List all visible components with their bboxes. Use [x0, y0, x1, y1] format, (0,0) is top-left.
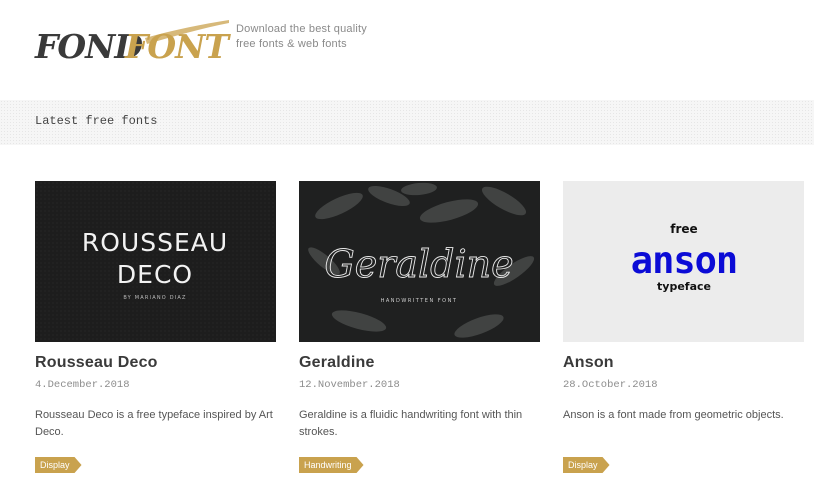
font-date: 12.November.2018 — [299, 379, 400, 391]
font-preview-image[interactable]: ROUSSEAU DECO BY MARIANO DIAZ — [35, 181, 276, 342]
preview-byline: BY MARIANO DIAZ — [123, 295, 186, 301]
preview-subtitle: HANDWRITTEN FONT — [381, 298, 458, 304]
preview-bottom: typeface — [657, 280, 711, 293]
font-date: 28.October.2018 — [563, 379, 658, 391]
font-description: Geraldine is a fluidic handwriting font … — [299, 409, 523, 438]
preview-line-2: DECO — [117, 260, 193, 289]
category-tag[interactable]: Handwriting — [299, 457, 364, 473]
site-header: FOND FONT Download the best quality free… — [0, 0, 814, 100]
font-card-rousseau-deco: ROUSSEAU DECO BY MARIANO DIAZ Rousseau D… — [35, 181, 276, 473]
font-description: Rousseau Deco is a free typeface inspire… — [35, 409, 273, 438]
font-date: 4.December.2018 — [35, 379, 130, 391]
font-name[interactable]: Anson — [563, 354, 804, 374]
section-title: Latest free fonts — [35, 114, 158, 128]
font-name[interactable]: Rousseau Deco — [35, 354, 276, 374]
preview-script: Geraldine — [324, 242, 513, 286]
font-description: Anson is a font made from geometric obje… — [563, 409, 784, 421]
font-name[interactable]: Geraldine — [299, 354, 540, 374]
tagline-line-2: free fonts & web fonts — [236, 38, 347, 50]
font-preview-image[interactable]: free anson typeface — [563, 181, 804, 342]
site-tagline: Download the best quality free fonts & w… — [236, 22, 367, 52]
preview-top: free — [670, 222, 697, 236]
preview-main: anson — [631, 239, 737, 282]
category-tag[interactable]: Display — [563, 457, 610, 473]
preview-line-1: ROUSSEAU — [82, 228, 228, 257]
site-logo[interactable]: FOND FONT — [33, 8, 233, 72]
font-card-anson: free anson typeface Anson 28.October.201… — [563, 181, 804, 473]
category-tag[interactable]: Display — [35, 457, 82, 473]
tagline-line-1: Download the best quality — [236, 23, 367, 35]
font-card-geraldine: Geraldine HANDWRITTEN FONT Geraldine 12.… — [299, 181, 540, 473]
logo-text-font: FONT — [124, 27, 231, 66]
font-preview-image[interactable]: Geraldine HANDWRITTEN FONT — [299, 181, 540, 342]
